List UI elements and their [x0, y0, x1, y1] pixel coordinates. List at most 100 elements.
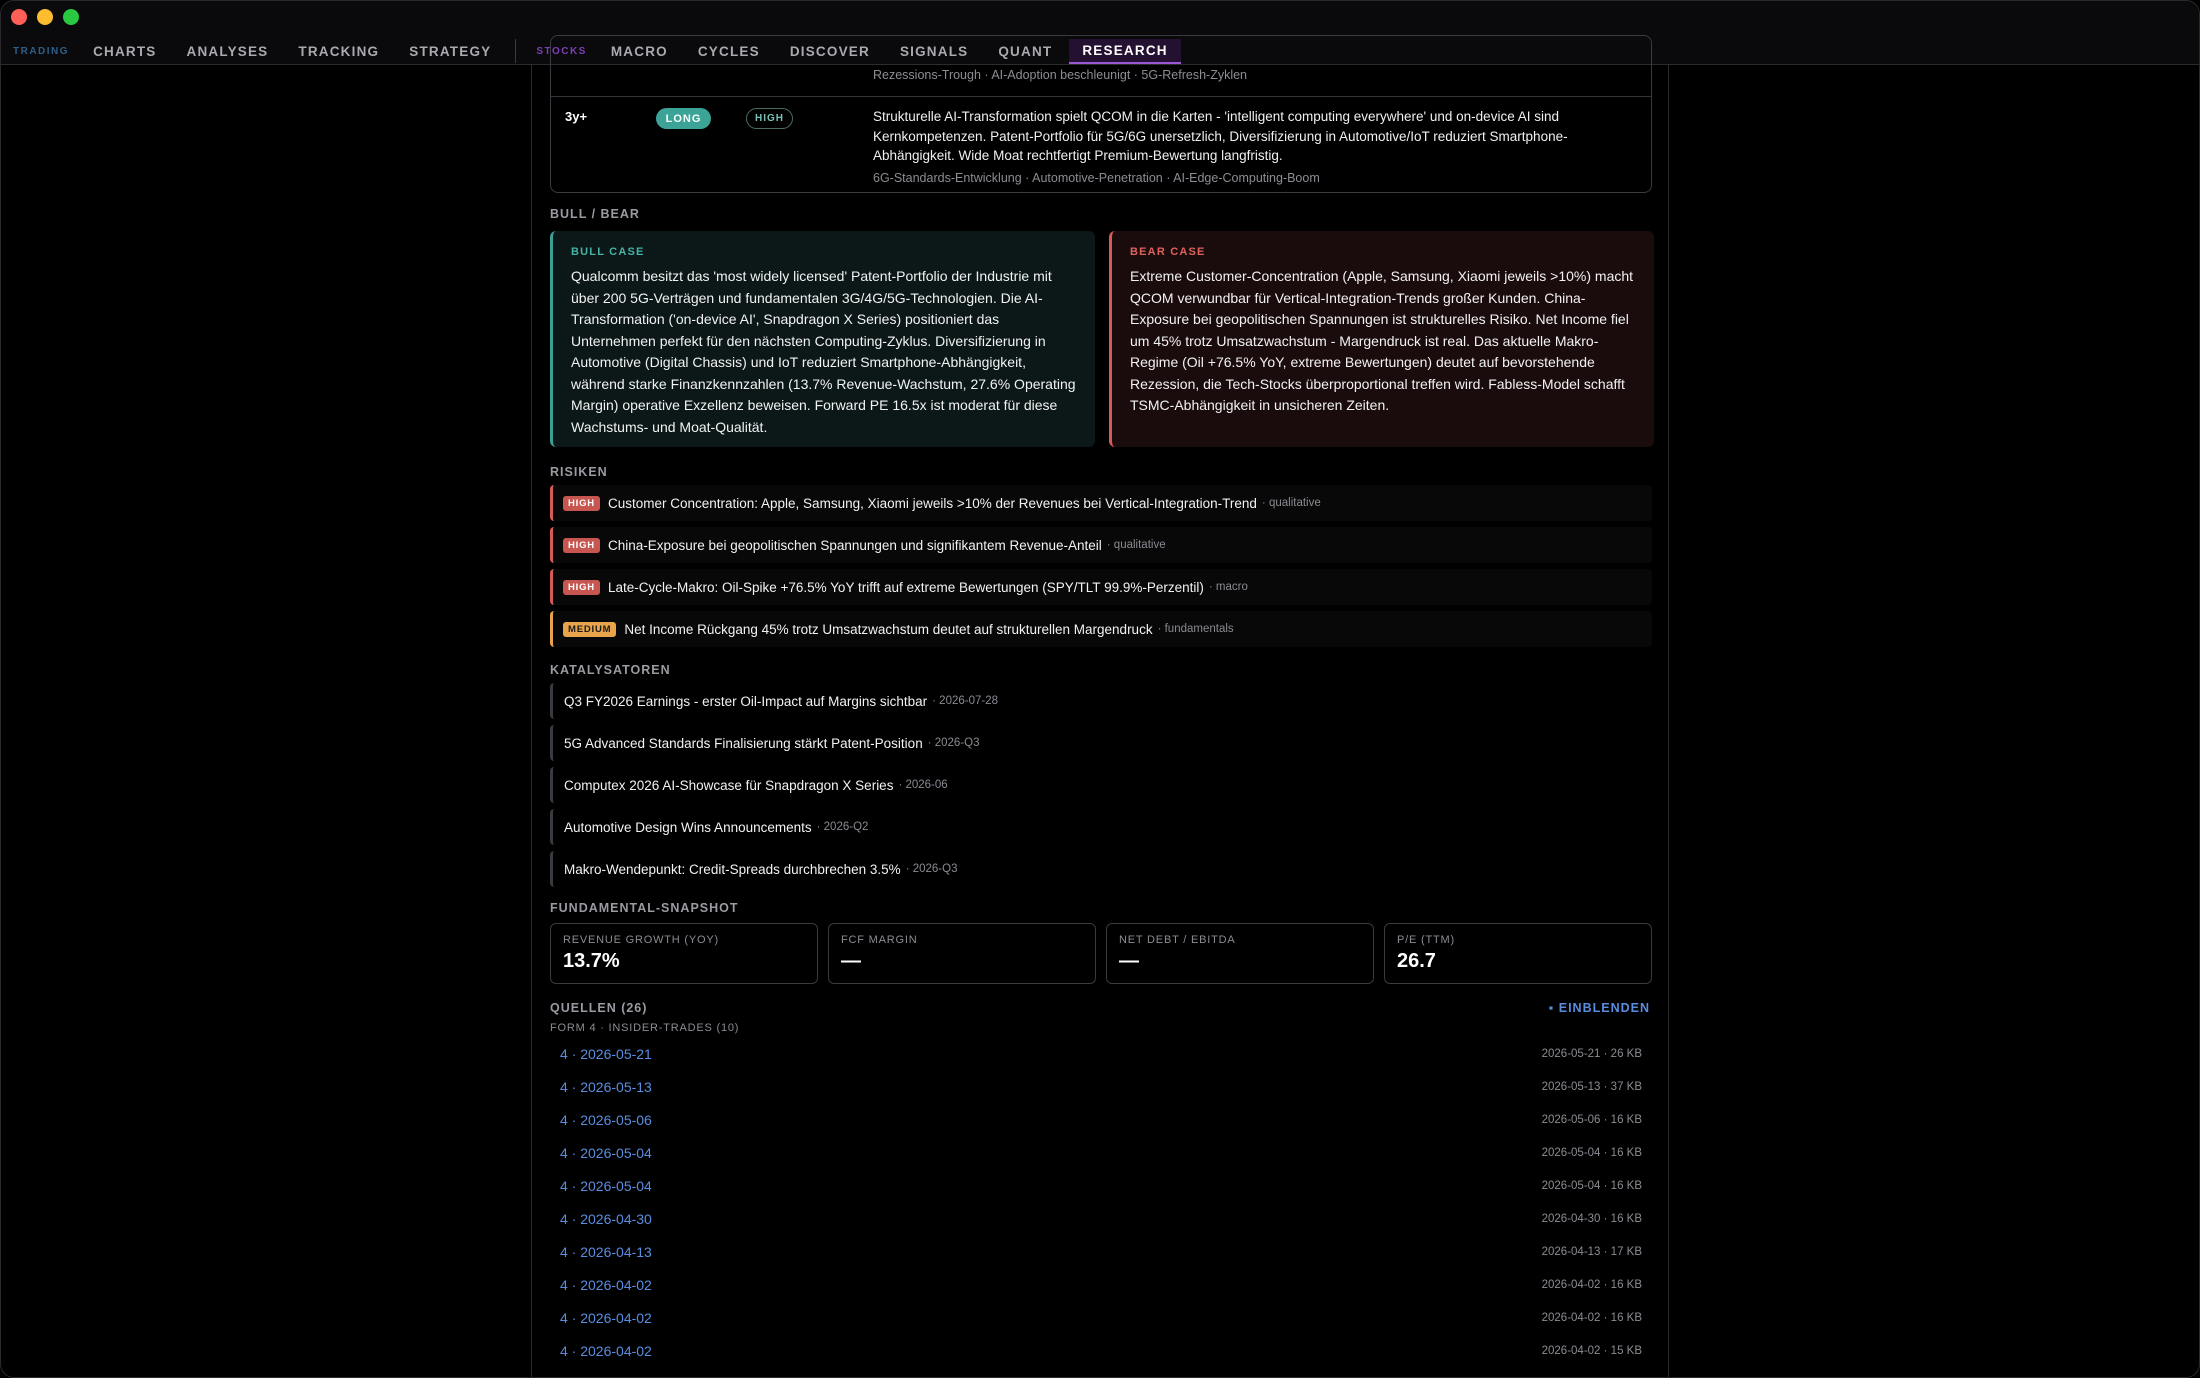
research-panel: Rezessions-Trough · AI-Adoption beschleu…	[531, 35, 1669, 1377]
source-info: 2026-05-06 · 16 KB	[1541, 1113, 1642, 1126]
fundamental-card-pe-ttm: P/E (TTM) 26.7	[1384, 923, 1652, 984]
catalyst-item: Computex 2026 AI-Showcase für Snapdragon…	[550, 767, 1652, 803]
source-link[interactable]: 4 · 2026-04-02	[560, 1277, 652, 1293]
source-row: 4 · 2026-05-13 2026-05-13 · 37 KB	[550, 1070, 1652, 1103]
horizon-drivers: 6G-Standards-Entwicklung · Automotive-Pe…	[873, 171, 1320, 185]
horizon-table: Rezessions-Trough · AI-Adoption beschleu…	[550, 35, 1652, 193]
bear-case-card: BEAR CASE Extreme Customer-Concentration…	[1109, 231, 1654, 447]
catalysts-heading: KATALYSATOREN	[550, 663, 671, 677]
risk-type: · qualitative	[1106, 539, 1166, 551]
risk-level-badge: HIGH	[563, 579, 600, 595]
nav-tab-charts[interactable]: CHARTS	[93, 40, 156, 63]
source-row: 4 · 2026-05-04 2026-05-04 · 16 KB	[550, 1169, 1652, 1202]
fundamental-label: FCF MARGIN	[841, 934, 918, 946]
nav-divider	[515, 39, 517, 63]
source-row: 4 · 2026-04-02 2026-04-02 · 15 KB	[550, 1334, 1652, 1367]
sources-group-label: FORM 4 · INSIDER-TRADES (10)	[550, 1022, 740, 1034]
catalyst-item: Automotive Design Wins Announcements · 2…	[550, 809, 1652, 845]
source-row: 4 · 2026-05-04 2026-05-04 · 16 KB	[550, 1136, 1652, 1169]
source-info: 2026-04-13 · 17 KB	[1541, 1245, 1642, 1258]
conviction-badge: HIGH	[746, 108, 793, 129]
catalyst-date: · 2026-07-28	[932, 695, 999, 707]
source-link[interactable]: 4 · 2026-05-21	[560, 1046, 652, 1062]
risk-type: · macro	[1208, 581, 1248, 593]
bull-case-card: BULL CASE Qualcomm besitzt das 'most wid…	[550, 231, 1095, 447]
source-row: 4 · 2026-04-02 2026-04-02 · 16 KB	[550, 1301, 1652, 1334]
direction-badge: LONG	[656, 108, 711, 129]
bull-case-label: BULL CASE	[571, 246, 645, 258]
catalyst-text: 5G Advanced Standards Finalisierung stär…	[564, 735, 923, 751]
nav-tab-strategy[interactable]: STRATEGY	[409, 40, 491, 63]
risk-item: HIGH Customer Concentration: Apple, Sams…	[550, 485, 1652, 521]
catalyst-date: · 2026-Q3	[927, 737, 980, 749]
risk-type: · fundamentals	[1157, 623, 1234, 635]
fundamental-card-revenue-growth: REVENUE GROWTH (YOY) 13.7%	[550, 923, 818, 984]
sources-expand-toggle[interactable]: ▪ EINBLENDEN	[1549, 1001, 1650, 1015]
horizon-description: Strukturelle AI-Transformation spielt QC…	[873, 109, 1568, 163]
fundamental-value: 26.7	[1397, 950, 1436, 972]
nav-tab-analyses[interactable]: ANALYSES	[187, 40, 269, 63]
bullbear-heading: BULL / BEAR	[550, 207, 640, 221]
source-link[interactable]: 4 · 2026-04-30	[560, 1211, 652, 1227]
risk-text: China-Exposure bei geopolitischen Spannu…	[607, 537, 1102, 553]
risk-type: · qualitative	[1261, 497, 1321, 509]
source-row: 4 · 2026-05-06 2026-05-06 · 16 KB	[550, 1103, 1652, 1136]
risk-level-badge: MEDIUM	[563, 621, 617, 637]
catalyst-date: · 2026-06	[898, 779, 948, 791]
fundamental-card-net-debt-ebitda: NET DEBT / EBITDA —	[1106, 923, 1374, 984]
catalyst-text: Automotive Design Wins Announcements	[564, 819, 812, 835]
source-info: 2026-05-04 · 16 KB	[1541, 1179, 1642, 1192]
risk-item: HIGH Late-Cycle-Makro: Oil-Spike +76.5% …	[550, 569, 1652, 605]
horizon-term: 3y+	[565, 109, 588, 124]
bull-case-text: Qualcomm besitzt das 'most widely licens…	[571, 268, 1076, 435]
source-link[interactable]: 4 · 2026-05-13	[560, 1079, 652, 1095]
close-window-button[interactable]	[11, 9, 27, 25]
risk-text: Customer Concentration: Apple, Samsung, …	[607, 495, 1257, 511]
risk-level-badge: HIGH	[563, 495, 600, 511]
fundamental-value: —	[1119, 950, 1139, 972]
catalyst-date: · 2026-Q2	[816, 821, 869, 833]
nav-group-trading: TRADING	[13, 45, 70, 57]
fundamental-card-fcf-margin: FCF MARGIN —	[828, 923, 1096, 984]
source-row: 4 · 2026-04-13 2026-04-13 · 17 KB	[550, 1235, 1652, 1268]
catalyst-item: Q3 FY2026 Earnings - erster Oil-Impact a…	[550, 683, 1652, 719]
risk-text: Net Income Rückgang 45% trotz Umsatzwach…	[624, 621, 1153, 637]
fundamental-value: —	[841, 950, 861, 972]
catalyst-text: Q3 FY2026 Earnings - erster Oil-Impact a…	[564, 693, 928, 709]
risk-text: Late-Cycle-Makro: Oil-Spike +76.5% YoY t…	[607, 579, 1204, 595]
nav-tab-tracking[interactable]: TRACKING	[298, 40, 379, 63]
bear-case-label: BEAR CASE	[1130, 246, 1206, 258]
catalyst-item: 5G Advanced Standards Finalisierung stär…	[550, 725, 1652, 761]
catalyst-text: Computex 2026 AI-Showcase für Snapdragon…	[564, 777, 894, 793]
minimize-window-button[interactable]	[37, 9, 53, 25]
fundamentals-heading: FUNDAMENTAL-SNAPSHOT	[550, 901, 739, 915]
source-link[interactable]: 4 · 2026-04-02	[560, 1343, 652, 1359]
fundamental-value: 13.7%	[563, 950, 620, 972]
source-row: 4 · 2026-04-30 2026-04-30 · 16 KB	[550, 1202, 1652, 1235]
source-info: 2026-05-04 · 16 KB	[1541, 1146, 1642, 1159]
source-row: 4 · 2026-04-02 2026-04-02 · 16 KB	[550, 1268, 1652, 1301]
catalyst-date: · 2026-Q3	[905, 863, 958, 875]
risk-item: HIGH China-Exposure bei geopolitischen S…	[550, 527, 1652, 563]
source-info: 2026-05-21 · 26 KB	[1541, 1047, 1642, 1060]
source-link[interactable]: 4 · 2026-04-13	[560, 1244, 652, 1260]
risk-item: MEDIUM Net Income Rückgang 45% trotz Ums…	[550, 611, 1652, 647]
risks-heading: RISIKEN	[550, 465, 608, 479]
source-info: 2026-04-02 · 16 KB	[1541, 1278, 1642, 1291]
source-link[interactable]: 4 · 2026-05-04	[560, 1178, 652, 1194]
source-info: 2026-05-13 · 37 KB	[1541, 1080, 1642, 1093]
bear-case-text: Extreme Customer-Concentration (Apple, S…	[1130, 268, 1634, 413]
source-link[interactable]: 4 · 2026-05-06	[560, 1112, 652, 1128]
window-controls	[11, 9, 79, 25]
zoom-window-button[interactable]	[63, 9, 79, 25]
source-row: 4 · 2026-05-21 2026-05-21 · 26 KB	[550, 1037, 1652, 1070]
fundamental-label: NET DEBT / EBITDA	[1119, 934, 1236, 946]
source-info: 2026-04-02 · 15 KB	[1541, 1344, 1642, 1357]
catalyst-text: Makro-Wendepunkt: Credit-Spreads durchbr…	[564, 861, 901, 877]
source-info: 2026-04-02 · 16 KB	[1541, 1311, 1642, 1324]
app-window: TRADING CHARTS ANALYSES TRACKING STRATEG…	[0, 0, 2200, 1378]
sources-heading: QUELLEN (26)	[550, 1001, 648, 1015]
source-link[interactable]: 4 · 2026-04-02	[560, 1310, 652, 1326]
fundamental-label: P/E (TTM)	[1397, 934, 1455, 946]
source-link[interactable]: 4 · 2026-05-04	[560, 1145, 652, 1161]
